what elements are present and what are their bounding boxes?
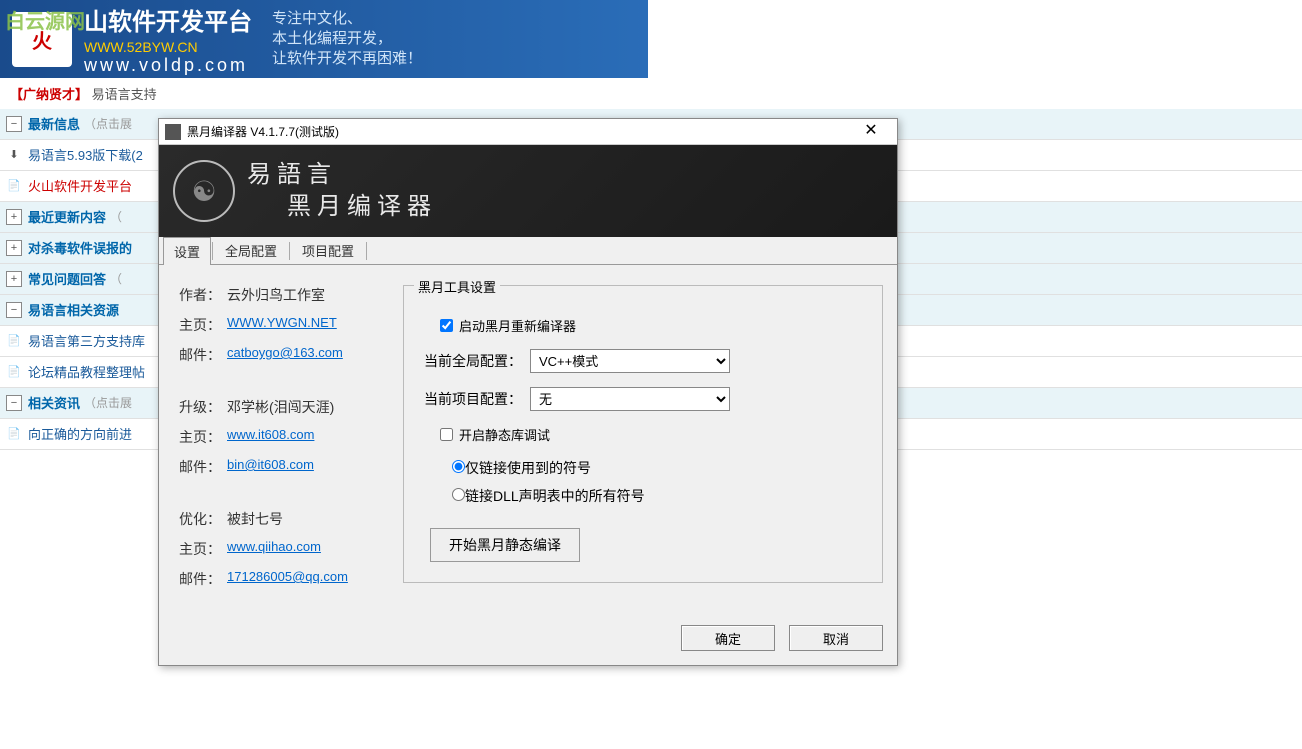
enable-compiler-checkbox[interactable] <box>440 319 453 332</box>
row-link[interactable]: 最新信息 <box>28 109 80 140</box>
optimize-text: 被封七号 <box>227 509 283 529</box>
expand-icon[interactable]: − <box>6 302 22 318</box>
link-all-radio[interactable] <box>452 488 465 501</box>
row-note: （ <box>110 264 122 295</box>
banner-url: www.voldp.com <box>84 55 252 76</box>
info-panel: 作者：云外归鸟工作室 主页：WWW.YWGN.NET 邮件：catboygo@1… <box>173 285 403 599</box>
header-line1: 易 語 言 <box>247 159 431 191</box>
row-link[interactable]: 易语言5.93版下载(2 <box>28 140 143 171</box>
row-link[interactable]: 向正确的方向前进 <box>28 419 132 450</box>
start-compile-button[interactable]: 开始黑月静态编译 <box>430 528 580 562</box>
banner-title: 山软件开发平台 <box>84 9 252 36</box>
homepage-link-1[interactable]: WWW.YWGN.NET <box>227 315 337 335</box>
dialog-title: 黑月编译器 V4.1.7.7(测试版) <box>187 123 851 140</box>
expand-icon[interactable]: + <box>6 209 22 225</box>
homepage-link-2[interactable]: www.it608.com <box>227 427 314 447</box>
dialog-header: ☯ 易 語 言 黑 月 编 译 器 <box>159 145 897 237</box>
mail-link-2[interactable]: bin@it608.com <box>227 457 314 477</box>
row-link[interactable]: 易语言第三方支持库 <box>28 326 145 357</box>
row-note: （点击展 <box>84 388 132 419</box>
author-text: 云外归鸟工作室 <box>227 285 325 305</box>
project-config-label: 当前项目配置： <box>422 389 522 409</box>
close-button[interactable]: ✕ <box>851 120 891 144</box>
row-link[interactable]: 火山软件开发平台 <box>28 171 132 202</box>
enable-compiler-label: 启动黑月重新编译器 <box>459 316 576 335</box>
top-banner: 火 山软件开发平台 WWW.52BYW.CN www.voldp.com 专注中… <box>0 0 648 78</box>
row-link[interactable]: 对杀毒软件误报的 <box>28 233 132 264</box>
static-debug-checkbox[interactable] <box>440 428 453 441</box>
doc-icon: 📄 <box>6 364 22 380</box>
expand-icon[interactable]: − <box>6 116 22 132</box>
fieldset-legend: 黑月工具设置 <box>414 277 500 296</box>
titlebar[interactable]: 黑月编译器 V4.1.7.7(测试版) ✕ <box>159 119 897 145</box>
global-config-select[interactable]: VC++模式 <box>530 349 730 373</box>
tab-project-config[interactable]: 项目配置 <box>291 236 365 264</box>
row-note: （ <box>110 202 122 233</box>
mail-link-3[interactable]: 171286005@qq.com <box>227 569 348 589</box>
expand-icon[interactable]: + <box>6 240 22 256</box>
row-link[interactable]: 易语言相关资源 <box>28 295 119 326</box>
tab-settings[interactable]: 设置 <box>163 237 211 265</box>
doc-icon: 📄 <box>6 178 22 194</box>
link-used-radio[interactable] <box>452 460 465 473</box>
project-config-select[interactable]: 无 <box>530 387 730 411</box>
doc-icon: 📄 <box>6 333 22 349</box>
banner-subtitle: WWW.52BYW.CN <box>84 39 252 55</box>
static-debug-label: 开启静态库调试 <box>459 425 550 444</box>
row-link[interactable]: 常见问题回答 <box>28 264 106 295</box>
recruit-tag: 【广纳贤才】 <box>10 87 88 102</box>
mail-link-1[interactable]: catboygo@163.com <box>227 345 343 365</box>
homepage-link-3[interactable]: www.qiihao.com <box>227 539 321 559</box>
banner-slogan: 专注中文化、 本土化编程开发， 让软件开发不再困难！ <box>272 9 422 69</box>
tab-global-config[interactable]: 全局配置 <box>214 236 288 264</box>
header-line2: 黑 月 编 译 器 <box>287 191 431 223</box>
watermark-text: 白云源网 <box>5 5 85 34</box>
upgrade-text: 邓学彬(泪闯天涯) <box>227 397 334 417</box>
row-link[interactable]: 最近更新内容 <box>28 202 106 233</box>
tab-bar: 设置 全局配置 项目配置 <box>159 237 897 265</box>
doc-icon: ⬇ <box>6 147 22 163</box>
app-icon <box>165 124 181 140</box>
recruit-bar: 【广纳贤才】 易语言支持 <box>0 78 1302 109</box>
doc-icon: 📄 <box>6 426 22 442</box>
row-link[interactable]: 相关资讯 <box>28 388 80 419</box>
cancel-button[interactable]: 取消 <box>789 625 883 651</box>
settings-fieldset: 黑月工具设置 启动黑月重新编译器 当前全局配置： VC++模式 当前项目配置： … <box>403 285 883 583</box>
row-link[interactable]: 论坛精品教程整理帖 <box>28 357 145 388</box>
row-note: （点击展 <box>84 109 132 140</box>
expand-icon[interactable]: − <box>6 395 22 411</box>
expand-icon[interactable]: + <box>6 271 22 287</box>
compiler-dialog: 黑月编译器 V4.1.7.7(测试版) ✕ ☯ 易 語 言 黑 月 编 译 器 … <box>158 118 898 666</box>
emblem-icon: ☯ <box>173 160 235 222</box>
ok-button[interactable]: 确定 <box>681 625 775 651</box>
global-config-label: 当前全局配置： <box>422 351 522 371</box>
